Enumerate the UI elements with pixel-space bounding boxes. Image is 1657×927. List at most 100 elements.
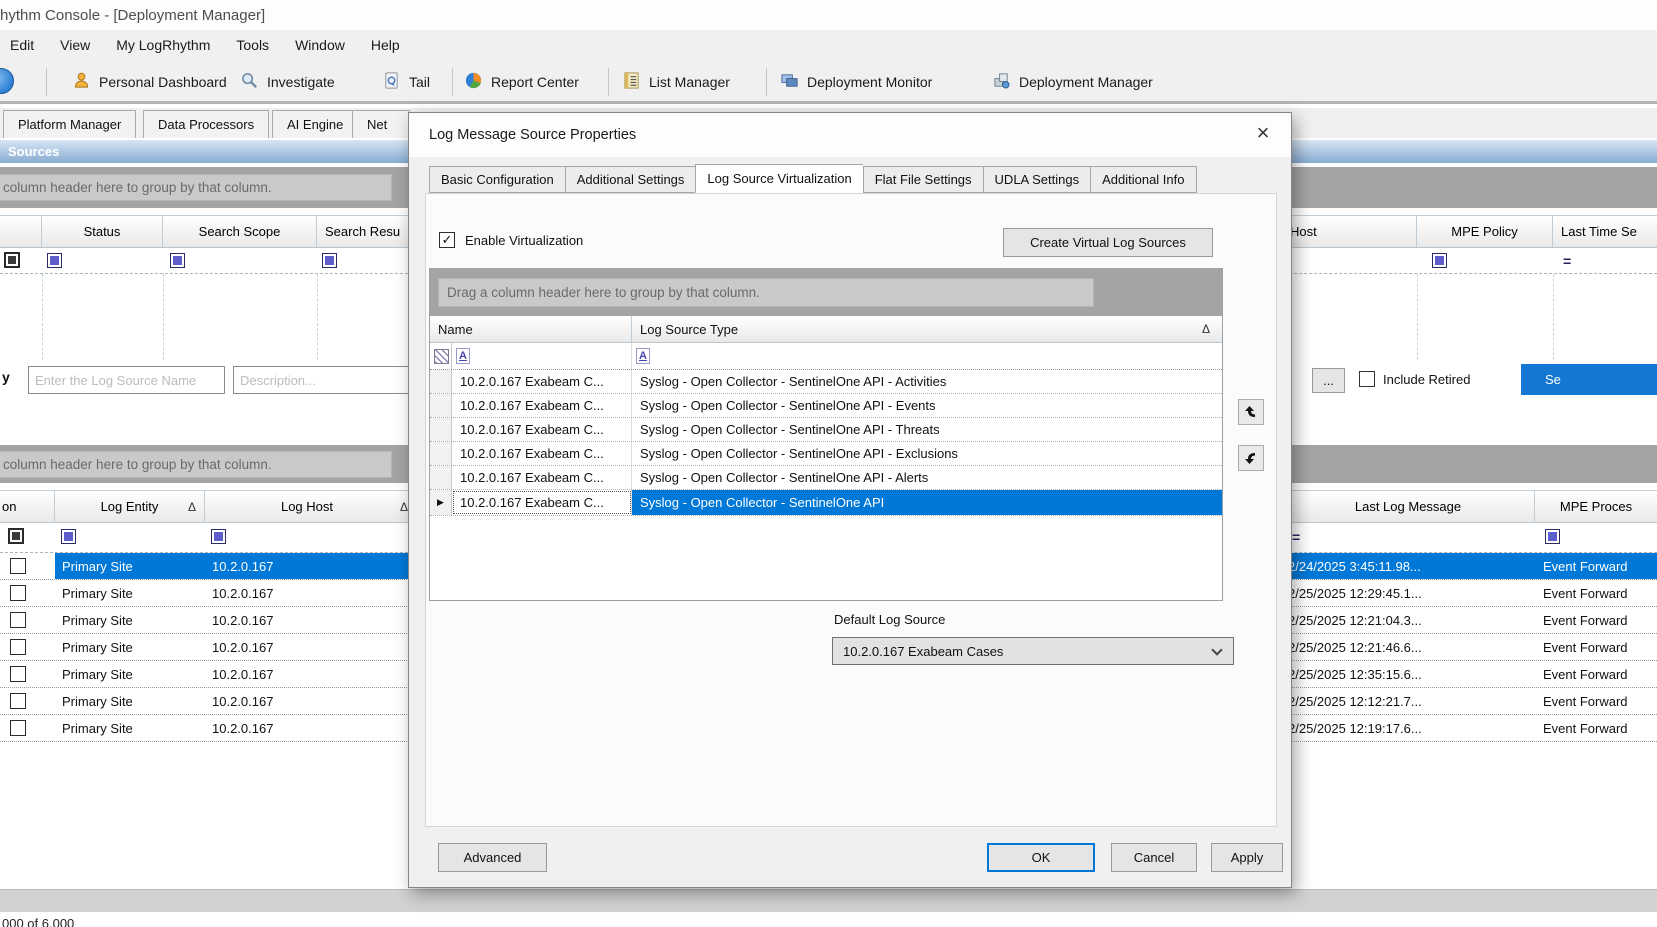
tail-button[interactable]: Tail — [382, 66, 430, 98]
advanced-button[interactable]: Advanced — [438, 843, 547, 872]
search-button[interactable]: Se — [1521, 364, 1657, 395]
text-filter-icon[interactable]: A — [636, 348, 650, 364]
column-last-log-message[interactable]: Last Log Message — [1282, 491, 1535, 522]
tab-network-clipped[interactable]: Net — [352, 110, 410, 138]
globe-icon[interactable] — [0, 68, 14, 94]
filter-equals-last-log[interactable]: = — [1292, 529, 1300, 545]
sources-panel-title: Sources — [8, 144, 59, 159]
create-virtual-log-sources-button[interactable]: Create Virtual Log Sources — [1003, 228, 1213, 257]
toolbar-separator — [608, 68, 609, 96]
filter-checkbox-search-scope[interactable] — [170, 253, 185, 268]
tab-additional-settings[interactable]: Additional Settings — [565, 166, 696, 193]
column-log-source-type[interactable]: Log Source Type Δ — [632, 316, 1222, 342]
tab-data-processors[interactable]: Data Processors — [143, 110, 269, 138]
dialog-group-by-bar[interactable]: Drag a column header here to group by th… — [430, 269, 1222, 316]
text-filter-icon[interactable]: A — [456, 348, 470, 364]
column-log-entity[interactable]: Log Entity Δ — [55, 491, 205, 522]
tab-log-source-virtualization[interactable]: Log Source Virtualization — [695, 164, 862, 193]
window-title: hythm Console - [Deployment Manager] — [0, 7, 265, 24]
move-up-button[interactable] — [1238, 399, 1264, 425]
search-icon — [240, 71, 259, 93]
virtual-source-row[interactable]: 10.2.0.167 Exabeam C... Syslog - Open Co… — [430, 418, 1222, 442]
filter-checkbox-search-results[interactable] — [322, 253, 337, 268]
row-checkbox[interactable] — [10, 720, 26, 736]
last-log-message-cell: 2/25/2025 12:12:21.7... — [1282, 688, 1535, 714]
column-mpe-policy[interactable]: MPE Policy — [1417, 216, 1553, 247]
last-log-message-cell: 2/24/2025 3:45:11.98... — [1282, 553, 1535, 579]
virtual-source-type: Syslog - Open Collector - SentinelOne AP… — [632, 466, 1222, 489]
menu-help[interactable]: Help — [371, 37, 400, 53]
row-checkbox[interactable] — [10, 558, 26, 574]
menu-my-logrhythm[interactable]: My LogRhythm — [116, 37, 210, 53]
tab-udla-settings[interactable]: UDLA Settings — [983, 166, 1091, 193]
enable-virtualization-checkbox[interactable]: ✓ — [439, 232, 455, 248]
deployment-monitor-button[interactable]: Deployment Monitor — [780, 66, 932, 98]
column-search-scope[interactable]: Search Scope — [163, 216, 317, 247]
row-checkbox[interactable] — [10, 693, 26, 709]
tab-platform-manager[interactable]: Platform Manager — [3, 110, 136, 138]
column-select-all[interactable] — [0, 216, 42, 247]
log-host-cell: 10.2.0.167 — [205, 688, 410, 714]
virtual-source-row[interactable]: 10.2.0.167 Exabeam C... Syslog - Open Co… — [430, 466, 1222, 490]
column-log-host[interactable]: Log Host Δ — [205, 491, 410, 522]
tab-basic-configuration[interactable]: Basic Configuration — [429, 166, 565, 193]
filter-checkbox-mpe-policy[interactable] — [1432, 253, 1447, 268]
dialog-grid-filter-row: A A — [430, 343, 1222, 370]
deployment-manager-button[interactable]: Deployment Manager — [992, 66, 1153, 98]
virtual-source-name: 10.2.0.167 Exabeam C... — [452, 418, 632, 441]
filter-checkbox-all[interactable] — [4, 252, 20, 268]
browse-button[interactable]: ... — [1312, 368, 1345, 393]
virtual-source-row[interactable]: 10.2.0.167 Exabeam C... Syslog - Open Co… — [430, 394, 1222, 418]
apply-button[interactable]: Apply — [1211, 843, 1283, 872]
menu-tools[interactable]: Tools — [236, 37, 269, 53]
ok-button[interactable]: OK — [987, 843, 1095, 872]
row-checkbox[interactable] — [10, 612, 26, 628]
tab-ai-engine[interactable]: AI Engine — [272, 110, 358, 138]
filter-checkbox-action[interactable] — [8, 528, 24, 544]
description-input[interactable] — [233, 366, 409, 394]
row-checkbox[interactable] — [10, 585, 26, 601]
menu-view[interactable]: View — [60, 37, 90, 53]
investigate-label: Investigate — [267, 74, 335, 90]
filter-checkbox-mpe-process[interactable] — [1545, 529, 1560, 544]
log-host-cell: 10.2.0.167 — [205, 607, 410, 633]
personal-dashboard-button[interactable]: Personal Dashboard — [72, 66, 227, 98]
default-log-source-label: Default Log Source — [834, 612, 945, 627]
report-center-button[interactable]: Report Center — [464, 66, 579, 98]
horizontal-scrollbar[interactable] — [0, 889, 1657, 912]
row-checkbox[interactable] — [10, 666, 26, 682]
move-down-button[interactable] — [1238, 445, 1264, 471]
log-source-name-input[interactable] — [28, 366, 225, 394]
include-retired-checkbox[interactable] — [1359, 371, 1375, 387]
close-icon[interactable]: × — [1249, 119, 1277, 147]
virtual-source-row[interactable]: 10.2.0.167 Exabeam C... Syslog - Open Co… — [430, 370, 1222, 394]
tab-flat-file-settings[interactable]: Flat File Settings — [863, 166, 983, 193]
column-mpe-process[interactable]: MPE Proces — [1535, 491, 1657, 522]
sort-ascending-icon: Δ — [400, 500, 408, 514]
grid-line — [1417, 274, 1418, 360]
filter-equals-last-time[interactable]: = — [1563, 253, 1571, 269]
log-entity-cell: Primary Site — [55, 715, 205, 741]
default-log-source-dropdown[interactable]: 10.2.0.167 Exabeam Cases — [832, 637, 1234, 665]
tab-additional-info[interactable]: Additional Info — [1090, 166, 1196, 193]
virtual-source-row[interactable]: 10.2.0.167 Exabeam C... Syslog - Open Co… — [430, 442, 1222, 466]
column-last-time-seen[interactable]: Last Time Se — [1553, 216, 1657, 247]
filter-checkbox-log-host[interactable] — [211, 529, 226, 544]
column-action-clipped[interactable]: on — [0, 491, 55, 522]
list-manager-button[interactable]: List Manager — [622, 66, 730, 98]
last-log-message-cell: 2/25/2025 12:29:45.1... — [1282, 580, 1535, 606]
virtual-log-sources-grid: Drag a column header here to group by th… — [429, 268, 1223, 601]
menu-edit[interactable]: Edit — [10, 37, 34, 53]
filter-checkbox-log-entity[interactable] — [61, 529, 76, 544]
menu-window[interactable]: Window — [295, 37, 345, 53]
virtual-source-row-selected[interactable]: ▶ 10.2.0.167 Exabeam C... Syslog - Open … — [430, 490, 1222, 516]
investigate-button[interactable]: Investigate — [240, 66, 335, 98]
column-status[interactable]: Status — [42, 216, 163, 247]
cancel-button[interactable]: Cancel — [1111, 843, 1197, 872]
column-host[interactable]: Host — [1282, 216, 1417, 247]
column-name[interactable]: Name — [430, 316, 632, 342]
filter-checkbox-status[interactable] — [47, 253, 62, 268]
log-message-source-properties-dialog: Log Message Source Properties × Basic Co… — [408, 112, 1292, 888]
row-checkbox[interactable] — [10, 639, 26, 655]
clear-filter-icon[interactable] — [434, 349, 449, 364]
